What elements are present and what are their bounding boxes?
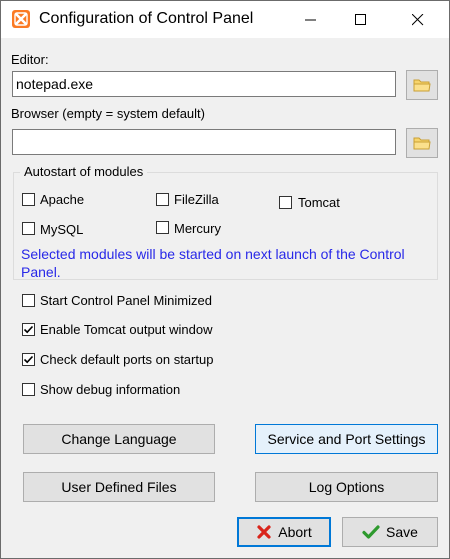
- minimize-icon: [305, 19, 316, 20]
- save-label: Save: [386, 524, 418, 540]
- start-minimized-label: Start Control Panel Minimized: [40, 293, 212, 308]
- autostart-note: Selected modules will be started on next…: [21, 246, 405, 280]
- abort-button[interactable]: Abort: [237, 517, 331, 547]
- mysql-label: MySQL: [40, 222, 84, 237]
- browser-browse-button[interactable]: [406, 128, 438, 158]
- config-window: Configuration of Control Panel Editor: B…: [0, 0, 450, 559]
- folder-icon: [413, 137, 431, 150]
- filezilla-label: FileZilla: [174, 192, 219, 207]
- checkbox-tomcat-output[interactable]: [22, 323, 35, 336]
- checkbox-mysql[interactable]: [22, 222, 35, 235]
- apache-label: Apache: [40, 192, 85, 207]
- xampp-logo-icon: [12, 10, 30, 28]
- log-options-label: Log Options: [308, 479, 385, 495]
- log-options-button[interactable]: Log Options: [255, 472, 438, 502]
- tomcat-output-label: Enable Tomcat output window: [40, 322, 213, 337]
- checkmark-icon: [23, 325, 34, 334]
- mercury-label: Mercury: [174, 221, 221, 236]
- checkmark-icon: [23, 355, 34, 364]
- check-ports-label: Check default ports on startup: [40, 352, 214, 367]
- title-bar: Configuration of Control Panel: [1, 1, 449, 38]
- checkbox-tomcat[interactable]: [279, 196, 292, 209]
- abort-label: Abort: [278, 524, 312, 540]
- green-check-icon: [362, 524, 380, 540]
- folder-icon: [413, 79, 431, 92]
- change-language-button[interactable]: Change Language: [23, 424, 215, 454]
- debug-info-label: Show debug information: [40, 382, 181, 397]
- maximize-icon: [355, 13, 366, 25]
- checkbox-apache[interactable]: [22, 193, 35, 206]
- save-button[interactable]: Save: [342, 517, 438, 547]
- editor-browse-button[interactable]: [406, 70, 438, 100]
- minimize-button[interactable]: [288, 1, 334, 38]
- editor-input[interactable]: [12, 71, 396, 97]
- autostart-group-title: Autostart of modules: [20, 164, 148, 179]
- window-title: Configuration of Control Panel: [39, 10, 254, 27]
- browser-label: Browser (empty = system default): [11, 106, 205, 121]
- close-button[interactable]: [395, 1, 441, 38]
- user-defined-files-label: User Defined Files: [61, 479, 177, 495]
- checkbox-start-minimized[interactable]: [22, 294, 35, 307]
- editor-label: Editor:: [11, 52, 49, 67]
- user-defined-files-button[interactable]: User Defined Files: [23, 472, 215, 502]
- checkbox-check-ports[interactable]: [22, 353, 35, 366]
- checkbox-filezilla[interactable]: [156, 193, 169, 206]
- service-port-settings-label: Service and Port Settings: [267, 431, 426, 447]
- change-language-label: Change Language: [61, 431, 177, 447]
- maximize-button[interactable]: [338, 1, 384, 38]
- browser-input[interactable]: [12, 129, 396, 155]
- checkbox-mercury[interactable]: [156, 221, 169, 234]
- tomcat-label: Tomcat: [298, 195, 340, 210]
- red-x-icon: [256, 524, 272, 540]
- service-port-settings-button[interactable]: Service and Port Settings: [255, 424, 438, 454]
- checkbox-debug-info[interactable]: [22, 383, 35, 396]
- close-icon: [412, 13, 424, 25]
